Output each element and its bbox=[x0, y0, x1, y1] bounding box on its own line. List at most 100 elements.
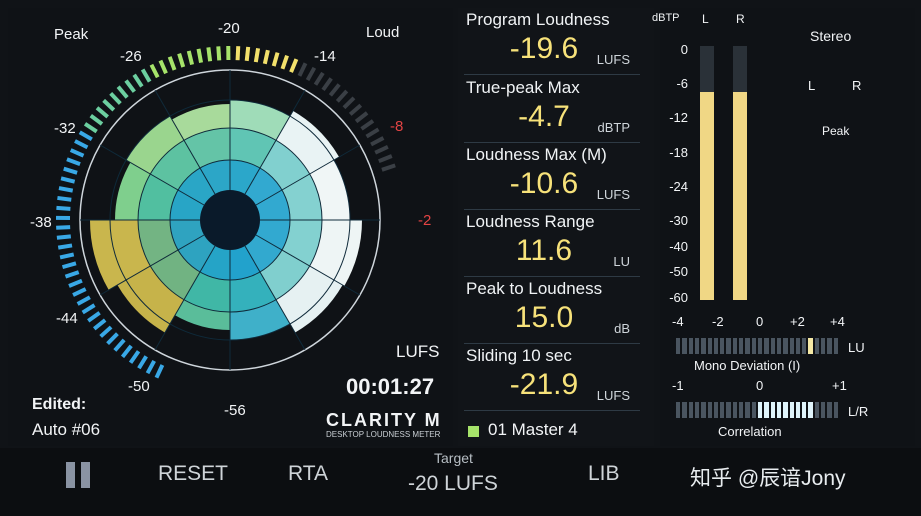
ring-segment bbox=[137, 355, 148, 370]
peak-tick: -12 bbox=[669, 110, 688, 125]
reset-button[interactable]: RESET bbox=[158, 462, 228, 486]
ring-segment bbox=[66, 157, 81, 167]
bar-segment bbox=[701, 402, 706, 418]
ring-segment bbox=[60, 176, 76, 184]
stereo-peak: Peak bbox=[822, 124, 850, 138]
ring-segment bbox=[289, 58, 299, 73]
readout-unit: LUFS bbox=[596, 388, 630, 403]
bar-segment bbox=[770, 338, 775, 354]
bar-segment bbox=[732, 402, 738, 418]
readout-true-peak-max: True-peak Max -4.7 dBTP bbox=[464, 76, 640, 143]
corr-tick: +1 bbox=[832, 378, 847, 393]
target-value-button[interactable]: -20 LUFS bbox=[408, 472, 498, 496]
readout-unit: LUFS bbox=[596, 187, 630, 202]
radar-meter-panel: Peak Loud -20 -26 -14 -32 -8 -38 -2 -44 … bbox=[8, 8, 453, 446]
readout-loudness-max: Loudness Max (M) -10.6 LUFS bbox=[464, 143, 640, 210]
lufs-unit-label: LUFS bbox=[396, 342, 440, 361]
ring-segment bbox=[109, 91, 122, 105]
corr-unit: L/R bbox=[848, 404, 869, 419]
readout-sliding-10-sec: Sliding 10 sec -21.9 LUFS bbox=[464, 344, 640, 411]
preset-name: Auto #06 bbox=[32, 420, 101, 439]
ring-segment bbox=[216, 46, 222, 61]
scale-tick: -26 bbox=[120, 48, 142, 65]
bar-segment bbox=[682, 402, 687, 418]
pause-button[interactable] bbox=[66, 462, 92, 488]
readout-value: 11.6 bbox=[515, 234, 573, 267]
ring-segment bbox=[196, 48, 204, 64]
readout-unit: LUFS bbox=[596, 52, 630, 67]
bar-segment bbox=[776, 402, 782, 418]
meters-panel: dBTP L R 0 -6 -12 -18 -24 -30 -40 -50 -6… bbox=[652, 8, 915, 446]
ring-segment bbox=[89, 114, 104, 126]
bar-segment bbox=[713, 338, 719, 354]
bar-segment bbox=[688, 338, 693, 354]
bar-segment bbox=[764, 402, 769, 418]
bar-segment bbox=[802, 402, 807, 418]
ring-segment bbox=[81, 303, 96, 315]
ring-segment bbox=[253, 47, 261, 63]
readout-value: 15.0 bbox=[514, 301, 574, 334]
ring-segment bbox=[68, 278, 83, 288]
bar-segment bbox=[676, 338, 681, 354]
mono-tick: +4 bbox=[830, 314, 845, 329]
bar-segment bbox=[732, 338, 738, 354]
scale-tick: -50 bbox=[128, 378, 150, 395]
corr-tick: -1 bbox=[672, 378, 684, 393]
bar-segment bbox=[758, 338, 763, 354]
bottom-toolbar: RESET RTA Target -20 LUFS LIB 知乎 @辰谙Jony bbox=[0, 448, 921, 516]
peak-channel-r: R bbox=[736, 12, 745, 26]
ring-segment bbox=[186, 50, 195, 66]
bar-segment bbox=[821, 338, 826, 354]
bar-segment bbox=[821, 402, 826, 418]
bar-segment bbox=[833, 402, 838, 418]
ring-segment bbox=[99, 325, 113, 338]
ring-segment bbox=[57, 243, 73, 250]
bar-segment bbox=[739, 402, 744, 418]
bar-segment bbox=[713, 402, 719, 418]
watermark: 知乎 @辰谙Jony bbox=[690, 467, 846, 490]
bar-segment bbox=[745, 338, 750, 354]
bar-segment bbox=[802, 338, 807, 354]
ring-segment bbox=[381, 163, 396, 172]
ring-segment bbox=[124, 79, 136, 93]
rta-button[interactable]: RTA bbox=[288, 462, 328, 486]
readout-title: Sliding 10 sec bbox=[466, 346, 572, 365]
readout-unit: dB bbox=[614, 321, 630, 336]
scale-tick: -38 bbox=[30, 214, 52, 231]
ring-segment bbox=[360, 119, 375, 131]
ring-segment bbox=[120, 344, 133, 359]
bar-segment bbox=[707, 338, 712, 354]
ring-segment bbox=[206, 47, 213, 62]
ring-segment bbox=[335, 89, 349, 103]
peak-tick: -60 bbox=[669, 290, 688, 305]
preset-slot[interactable]: 01 Master 4 bbox=[488, 420, 578, 440]
bar-segment bbox=[720, 402, 725, 418]
scale-tick: -2 bbox=[418, 212, 432, 229]
bar-segment bbox=[783, 402, 788, 418]
correlation-label: Correlation bbox=[718, 424, 782, 439]
bar-segment bbox=[726, 338, 731, 354]
peak-tick: 0 bbox=[680, 42, 688, 57]
ring-segment bbox=[348, 103, 363, 116]
ring-segment bbox=[244, 46, 251, 62]
bar-segment bbox=[795, 402, 801, 418]
mono-tick: 0 bbox=[756, 314, 764, 329]
bar-segment bbox=[701, 338, 706, 354]
bar-segment bbox=[783, 338, 788, 354]
bar-segment bbox=[833, 338, 838, 354]
ring-segment bbox=[106, 332, 119, 346]
peak-tick: -18 bbox=[669, 145, 688, 160]
bar-segment bbox=[676, 402, 681, 418]
bar-segment bbox=[739, 338, 744, 354]
readout-unit: LU bbox=[613, 254, 630, 269]
bar-segment bbox=[720, 338, 725, 354]
bar-segment bbox=[795, 338, 801, 354]
lib-button[interactable]: LIB bbox=[588, 462, 620, 486]
ring-segment bbox=[74, 139, 89, 150]
ring-segment bbox=[149, 63, 160, 79]
stereo-r: R bbox=[852, 78, 862, 93]
bar-segment bbox=[751, 338, 756, 354]
bar-segment bbox=[789, 338, 794, 354]
ring-segment bbox=[154, 364, 165, 379]
ring-segment bbox=[167, 56, 177, 71]
